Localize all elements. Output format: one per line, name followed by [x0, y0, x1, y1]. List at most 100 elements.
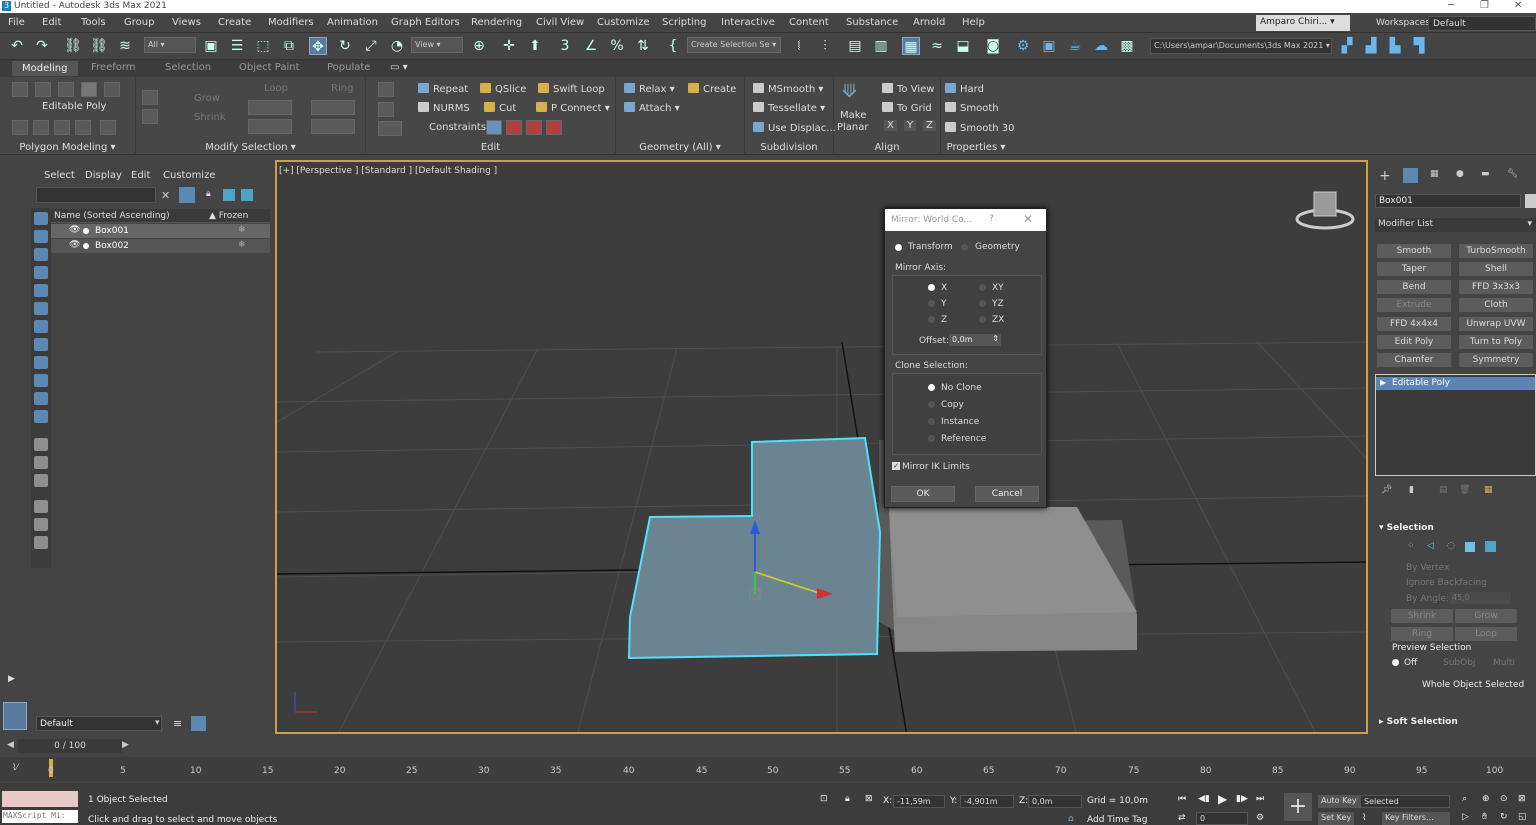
render-in-cloud-icon[interactable]: ☁	[1092, 37, 1110, 55]
display-lights-icon[interactable]	[34, 248, 48, 261]
constraint-normal-icon[interactable]	[546, 120, 562, 135]
expand-arrow-icon[interactable]: ▶	[1380, 378, 1386, 387]
axis-x-radio[interactable]	[928, 284, 935, 291]
selection-rollout-header[interactable]: ▾ Selection	[1379, 523, 1434, 533]
unlink-icon[interactable]: ⛓	[90, 37, 108, 55]
freeze-icon[interactable]: ❄	[238, 225, 246, 235]
constraint-none-icon[interactable]	[486, 120, 502, 135]
modifier-symmetry-button[interactable]: Symmetry	[1459, 353, 1533, 367]
modifier-unwrap-uvw-button[interactable]: Unwrap UVW	[1459, 317, 1533, 331]
edit-stepper-icon[interactable]	[378, 121, 402, 136]
display-invert-icon[interactable]	[34, 474, 48, 487]
spinner-arrows-icon[interactable]: ⇕	[992, 334, 999, 343]
select-manipulate-icon[interactable]: ✛	[500, 37, 518, 55]
absolute-mode-icon[interactable]: ⊠	[865, 794, 873, 804]
modifier-chamfer-button[interactable]: Chamfer	[1377, 353, 1451, 367]
keyboard-shortcut-override-icon[interactable]: ⬆	[526, 37, 544, 55]
help-icon[interactable]: ?	[989, 214, 994, 224]
modifier-bend-button[interactable]: Bend	[1377, 280, 1451, 294]
angle-snap-icon[interactable]: ∠	[582, 37, 600, 55]
bind-space-warp-icon[interactable]: ≋	[116, 37, 134, 55]
qslice-button[interactable]: QSlice	[480, 83, 526, 95]
current-frame-field[interactable]: 0	[1196, 812, 1248, 825]
layer-icon[interactable]	[241, 189, 253, 201]
percent-snap-icon[interactable]: %	[608, 37, 626, 55]
attach-button[interactable]: Attach ▾	[624, 102, 680, 114]
orbit-icon[interactable]: ↻	[1500, 812, 1508, 822]
goto-end-icon[interactable]: ⏭	[1256, 794, 1264, 804]
tab-populate[interactable]: Populate	[327, 62, 370, 73]
menu-tools[interactable]: Tools	[81, 17, 106, 28]
lock-icon[interactable]: 🔒︎	[206, 189, 211, 199]
border-mode-icon[interactable]	[58, 82, 74, 97]
make-planar-label-1[interactable]: Make	[840, 110, 866, 121]
collapse-stack-icon[interactable]	[75, 120, 91, 135]
display-xrefs-icon[interactable]	[34, 338, 48, 351]
align-z-button[interactable]: Z	[923, 120, 936, 131]
modifier-ffd4-button[interactable]: FFD 4x4x4	[1377, 317, 1451, 331]
link-icon[interactable]: ⛓	[64, 37, 82, 55]
menu-substance[interactable]: Substance	[846, 17, 898, 28]
render-setup-icon[interactable]: ⚙	[1014, 37, 1032, 55]
mirror-icon[interactable]: ⧙	[790, 37, 808, 55]
zoom-extents-icon[interactable]: ⊙	[1500, 794, 1508, 804]
modifier-turbosmooth-button[interactable]: TurboSmooth	[1459, 244, 1533, 258]
layer-explorer-icon[interactable]: ▥	[872, 37, 890, 55]
expand-layout-icon[interactable]: ▶	[8, 674, 15, 684]
menu-edit[interactable]: Edit	[42, 17, 61, 28]
a360-gallery-icon[interactable]: ▩	[1118, 37, 1136, 55]
axis-zx-radio[interactable]	[979, 316, 986, 323]
create-button[interactable]: Create	[688, 83, 736, 95]
time-slider[interactable]: 0 / 100	[18, 739, 122, 753]
align-y-button[interactable]: Y	[904, 120, 917, 131]
shrink-small-icon[interactable]	[142, 109, 158, 124]
show-end-result-icon[interactable]	[100, 120, 116, 135]
ring-mode-icon[interactable]	[311, 119, 355, 134]
explorer-options-icon[interactable]	[191, 716, 206, 731]
named-selection-dropdown[interactable]: Create Selection Se ▾	[687, 37, 781, 53]
column-frozen[interactable]: ▲ Frozen	[209, 211, 248, 221]
restore-icon[interactable]: ❐	[1480, 0, 1489, 11]
hierarchy-icon[interactable]	[223, 189, 235, 201]
reference-radio[interactable]	[928, 435, 935, 442]
stack-item-editable-poly[interactable]: Editable Poly	[1376, 377, 1535, 390]
tessellate-button[interactable]: Tessellate ▾	[753, 102, 825, 114]
vertex-selection-icon[interactable]: ⁘	[1407, 541, 1415, 551]
show-end-result-icon[interactable]: ▮	[1409, 485, 1414, 495]
isolate-selection-icon[interactable]: ⊡	[820, 794, 828, 804]
grow-button[interactable]: Grow	[194, 93, 220, 104]
pivot-center-icon[interactable]: ⊕	[470, 37, 488, 55]
layer-dropdown-arrow-icon[interactable]: ▾	[155, 718, 160, 728]
create-tab-icon[interactable]: +	[1379, 168, 1391, 184]
freeze-icon[interactable]: ❄	[238, 240, 246, 250]
modifier-taper-button[interactable]: Taper	[1377, 262, 1451, 276]
set-key-big-icon[interactable]: +	[1284, 793, 1312, 821]
display-geometry-icon[interactable]	[34, 212, 48, 225]
properties-label[interactable]: Properties ▾	[941, 142, 1011, 153]
ok-button[interactable]: OK	[891, 486, 955, 502]
menu-scripting[interactable]: Scripting	[662, 17, 706, 28]
rectangular-selection-icon[interactable]: ⬚	[254, 37, 272, 55]
menu-graph-editors[interactable]: Graph Editors	[391, 17, 460, 28]
relax-button[interactable]: Relax ▾	[624, 83, 675, 95]
display-space-warps-icon[interactable]	[34, 302, 48, 315]
menu-group[interactable]: Group	[124, 17, 154, 28]
next-modifier-icon[interactable]	[54, 120, 70, 135]
explorer-menu-edit[interactable]: Edit	[131, 170, 150, 181]
border-selection-icon[interactable]: ◌	[1447, 541, 1455, 551]
menu-file[interactable]: File	[8, 17, 25, 28]
object-color-swatch[interactable]	[1525, 194, 1536, 208]
hard-button[interactable]: Hard	[945, 83, 984, 95]
auto-key-button[interactable]: Auto Key	[1318, 795, 1360, 808]
z-coordinate-field[interactable]: 0,0m	[1028, 795, 1082, 808]
preview-multi-label[interactable]: Multi	[1493, 658, 1515, 668]
select-by-name-icon[interactable]: ☰	[228, 37, 246, 55]
explorer-menu-select[interactable]: Select	[44, 170, 75, 181]
ribbon-toggle-icon[interactable]: ▦	[902, 37, 920, 55]
modifier-shell-button[interactable]: Shell	[1459, 262, 1533, 276]
ring-button[interactable]: Ring	[1391, 627, 1453, 641]
previous-key-icon[interactable]: ◀▮	[1198, 794, 1210, 804]
modifier-smooth-button[interactable]: Smooth	[1377, 244, 1451, 258]
selection-filter-dropdown[interactable]: All ▾	[144, 37, 196, 53]
close-icon[interactable]: ✕	[1514, 0, 1522, 11]
